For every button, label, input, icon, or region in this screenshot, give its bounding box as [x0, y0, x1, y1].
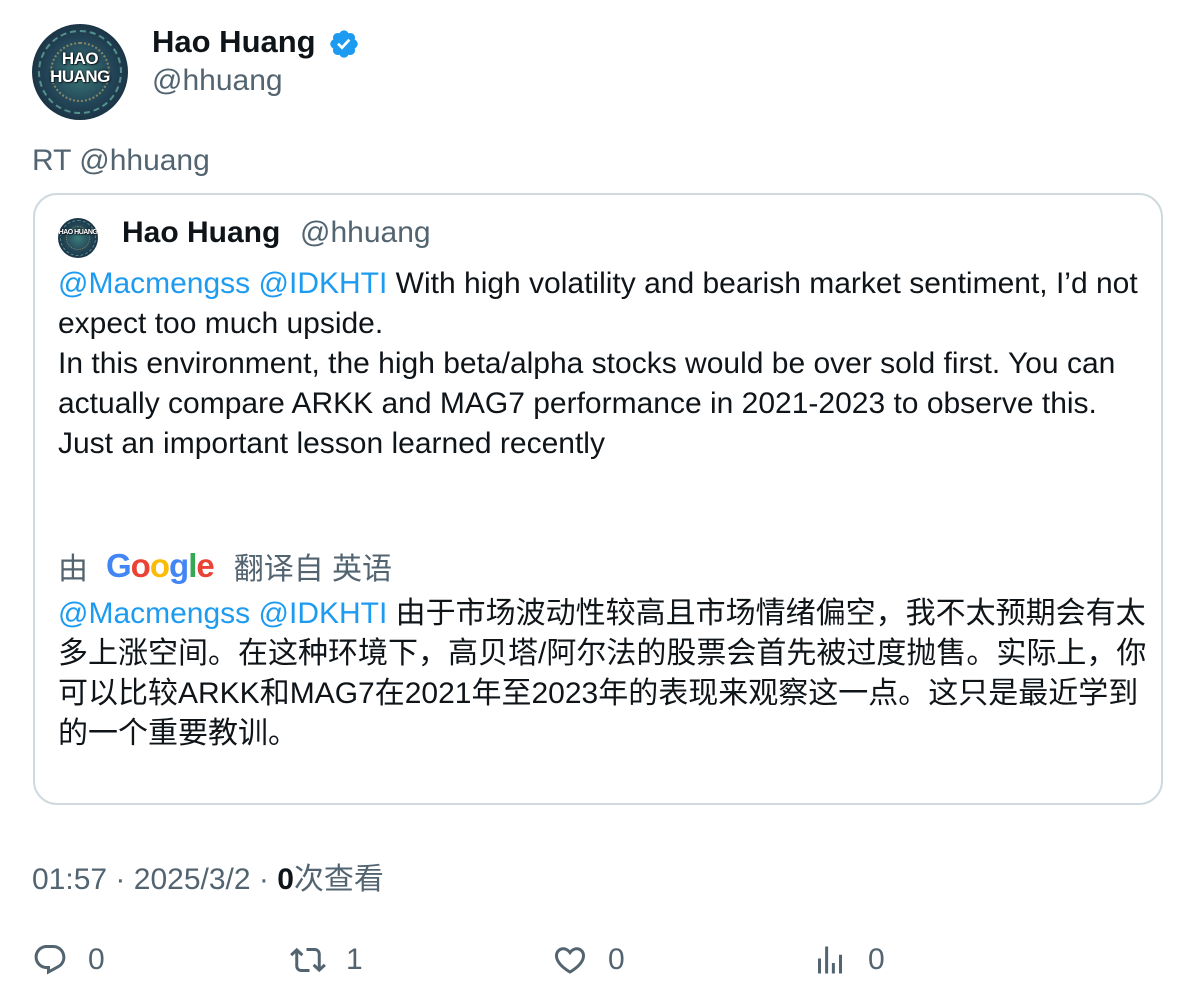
retweet-label: RT @hhuang	[32, 144, 210, 177]
translation-prefix: 由	[58, 553, 88, 586]
reply-icon	[34, 945, 66, 975]
views-button[interactable]: 0	[812, 940, 885, 980]
tweet-meta: 01:57 · 2025/3/2 · 0次查看	[32, 854, 384, 898]
author-avatar[interactable]: HAO HUANG	[32, 24, 128, 120]
views-count: 0	[277, 863, 294, 896]
avatar-text: HAO HUANG	[50, 49, 110, 86]
tweet-text-line: In this environment, the high beta/alpha…	[58, 347, 1116, 420]
like-button[interactable]: 0	[552, 940, 625, 980]
heart-icon	[554, 947, 586, 974]
views-count-action: 0	[868, 943, 885, 976]
author-display-name[interactable]: Hao Huang	[152, 24, 316, 60]
avatar-text: HAO HUANG	[58, 229, 98, 236]
translation-suffix: 翻译自 英语	[233, 553, 393, 586]
quoted-author-handle[interactable]: @hhuang	[300, 216, 431, 250]
quoted-author-avatar[interactable]: HAO HUANG	[58, 218, 98, 258]
analytics-icon	[818, 946, 842, 974]
tweet-text-line: Just an important lesson learned recentl…	[58, 427, 605, 460]
meta-separator: ·	[115, 863, 126, 896]
retweet-button[interactable]: 1	[290, 940, 363, 980]
tweet-time[interactable]: 01:57	[32, 863, 107, 896]
retweet-count: 1	[346, 943, 363, 976]
translation-attribution[interactable]: 由 Google 翻译自 英语	[58, 546, 392, 586]
quoted-author-name[interactable]: Hao Huang	[122, 216, 280, 250]
translated-text: @Macmengss @IDKHTI 由于市场波动性较高且市场情绪偏空，我不太预…	[58, 594, 1148, 754]
retweet-icon	[290, 947, 326, 973]
views-label: 次查看	[293, 863, 384, 896]
google-logo: Google	[106, 547, 215, 584]
mention-link[interactable]: @IDKHTI	[259, 267, 388, 300]
quoted-tweet-text: @Macmengss @IDKHTI With high volatility …	[58, 264, 1148, 464]
like-count: 0	[608, 943, 625, 976]
reply-button[interactable]: 0	[32, 940, 105, 980]
meta-separator: ·	[258, 863, 269, 896]
mention-link[interactable]: @Macmengss	[58, 597, 250, 630]
mention-link[interactable]: @IDKHTI	[259, 597, 388, 630]
mention-link[interactable]: @Macmengss	[58, 267, 250, 300]
verified-badge-icon	[330, 30, 358, 58]
tweet-date[interactable]: 2025/3/2	[134, 863, 251, 896]
reply-count: 0	[88, 943, 105, 976]
author-handle[interactable]: @hhuang	[152, 64, 283, 98]
